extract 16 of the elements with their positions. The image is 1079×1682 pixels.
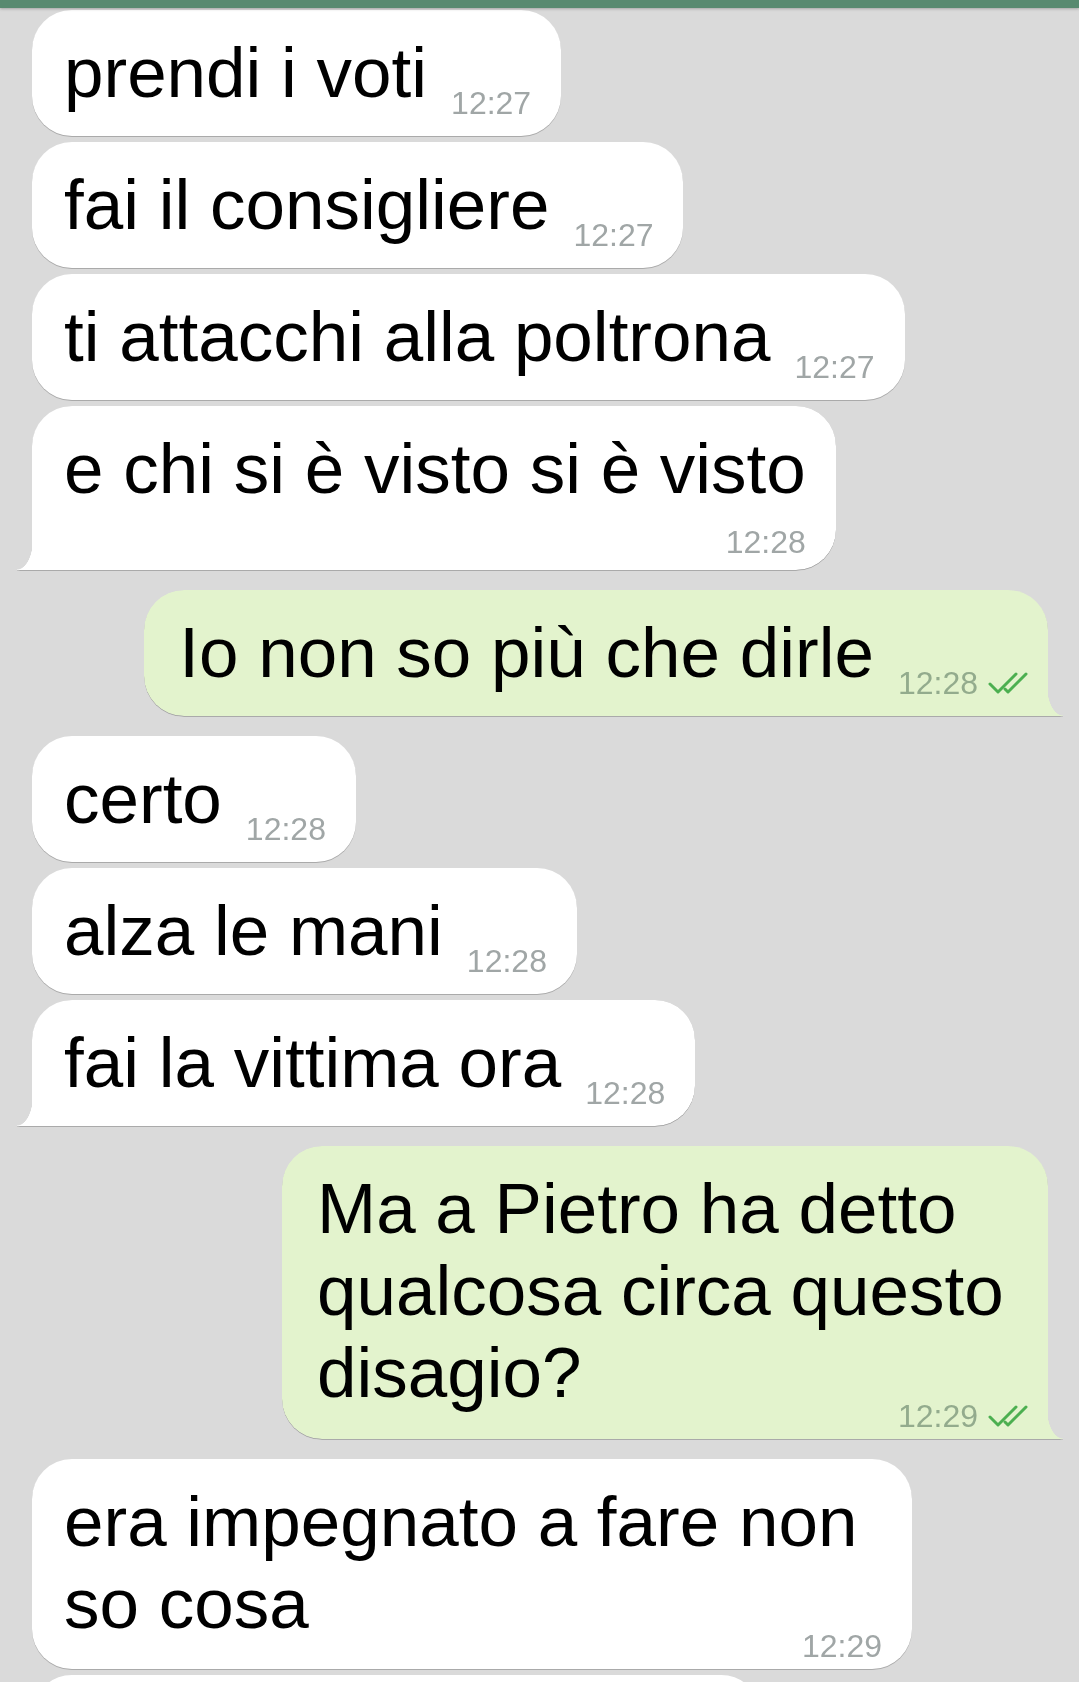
message-text: alza le mani: [64, 891, 443, 970]
message-time: 12:27: [451, 92, 532, 115]
message-time: 12:27: [573, 224, 654, 247]
message-text: Io non so più che dirle: [179, 613, 874, 692]
message-text: certo: [64, 759, 222, 838]
message-time: 12:27: [794, 356, 875, 379]
message-time: 12:28: [897, 672, 978, 695]
message-time: 12:28: [466, 950, 547, 973]
message-text: prendi i voti: [64, 33, 428, 112]
message-text: fai la vittima ora: [64, 1023, 562, 1102]
message-text: ti attacchi alla poltrona: [64, 297, 771, 376]
message-time: 12:28: [585, 1082, 666, 1105]
message-time: 12:28: [245, 818, 326, 841]
message-text: e chi si è visto si è visto: [64, 429, 806, 508]
message-time: 12:28: [725, 531, 806, 554]
message-text: fai il consigliere: [64, 165, 550, 244]
